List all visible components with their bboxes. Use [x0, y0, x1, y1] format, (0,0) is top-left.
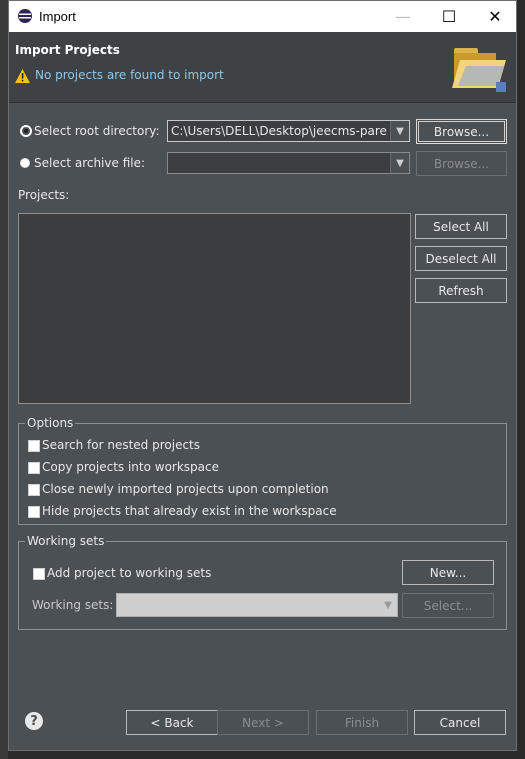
root-directory-combo[interactable]: C:\Users\DELL\Desktop\jeecms-parent ▼	[167, 120, 410, 142]
close-imported-label: Close newly imported projects upon compl…	[42, 482, 329, 496]
working-sets-label: Working sets:	[32, 598, 114, 612]
browse-root-button[interactable]: Browse...	[416, 119, 507, 144]
add-to-working-sets-label: Add project to working sets	[47, 566, 212, 580]
working-sets-title: Working sets	[25, 534, 107, 548]
chevron-down-icon[interactable]: ▼	[390, 153, 409, 173]
chevron-down-icon[interactable]: ▼	[379, 594, 397, 616]
root-directory-radio[interactable]	[20, 125, 32, 137]
close-icon: ✕	[488, 7, 502, 26]
root-directory-value: C:\Users\DELL\Desktop\jeecms-parent	[171, 124, 387, 138]
background-ide	[0, 0, 8, 759]
folder-icon	[452, 48, 506, 92]
maximize-icon: ☐	[441, 7, 457, 26]
select-all-button[interactable]: Select All	[415, 214, 507, 239]
browse-root-label: Browse...	[433, 124, 490, 139]
next-button[interactable]: Next >	[217, 710, 309, 735]
copy-projects-label: Copy projects into workspace	[42, 460, 220, 474]
cancel-button[interactable]: Cancel	[414, 710, 506, 735]
finish-button[interactable]: Finish	[316, 710, 408, 735]
archive-file-label: Select archive file:	[34, 156, 146, 170]
projects-label: Projects:	[18, 188, 70, 202]
new-working-set-button[interactable]: New...	[402, 560, 494, 585]
archive-file-radio[interactable]	[20, 158, 30, 168]
select-working-sets-button[interactable]: Select...	[402, 593, 494, 618]
select-working-sets-label: Select...	[423, 598, 473, 613]
eclipse-app-icon	[18, 9, 32, 23]
deselect-all-label: Deselect All	[425, 251, 497, 266]
options-title: Options	[25, 416, 76, 430]
refresh-button[interactable]: Refresh	[415, 278, 507, 303]
import-dialog: Import — ☐ ✕ Import Projects No projects…	[8, 0, 517, 751]
search-nested-label: Search for nested projects	[42, 438, 201, 452]
wizard-header: Import Projects No projects are found to…	[9, 32, 516, 102]
select-all-label: Select All	[433, 219, 489, 234]
title-bar: Import — ☐ ✕	[9, 1, 516, 32]
browse-archive-button[interactable]: Browse...	[416, 151, 507, 176]
back-button[interactable]: < Back	[126, 710, 218, 735]
new-working-set-label: New...	[429, 565, 467, 580]
archive-file-combo[interactable]: ▼	[167, 152, 410, 174]
hide-existing-checkbox[interactable]	[28, 506, 40, 518]
hide-existing-label: Hide projects that already exist in the …	[42, 504, 337, 518]
maximize-button[interactable]: ☐	[426, 1, 472, 32]
window-title: Import	[39, 9, 76, 24]
chevron-down-icon[interactable]: ▼	[390, 121, 409, 141]
browse-archive-label: Browse...	[433, 156, 490, 171]
close-imported-checkbox[interactable]	[28, 484, 40, 496]
wizard-title: Import Projects	[15, 43, 120, 57]
cancel-label: Cancel	[439, 715, 481, 730]
back-label: < Back	[150, 715, 194, 730]
help-icon[interactable]: ?	[25, 712, 43, 730]
copy-projects-checkbox[interactable]	[28, 462, 40, 474]
help-glyph: ?	[30, 713, 38, 729]
deselect-all-button[interactable]: Deselect All	[415, 246, 507, 271]
finish-label: Finish	[344, 715, 380, 730]
header-separator	[9, 102, 516, 103]
next-label: Next >	[242, 715, 284, 730]
search-nested-checkbox[interactable]	[28, 440, 40, 452]
add-to-working-sets-checkbox[interactable]	[33, 568, 45, 580]
warning-icon	[15, 69, 30, 83]
refresh-label: Refresh	[438, 283, 484, 298]
working-sets-combo[interactable]: ▼	[116, 593, 398, 617]
minimize-icon: —	[395, 7, 411, 26]
root-directory-label: Select root directory:	[34, 124, 160, 138]
close-button[interactable]: ✕	[472, 1, 518, 32]
wizard-message: No projects are found to import	[35, 68, 224, 82]
minimize-button[interactable]: —	[380, 1, 426, 32]
projects-list[interactable]	[18, 213, 411, 404]
